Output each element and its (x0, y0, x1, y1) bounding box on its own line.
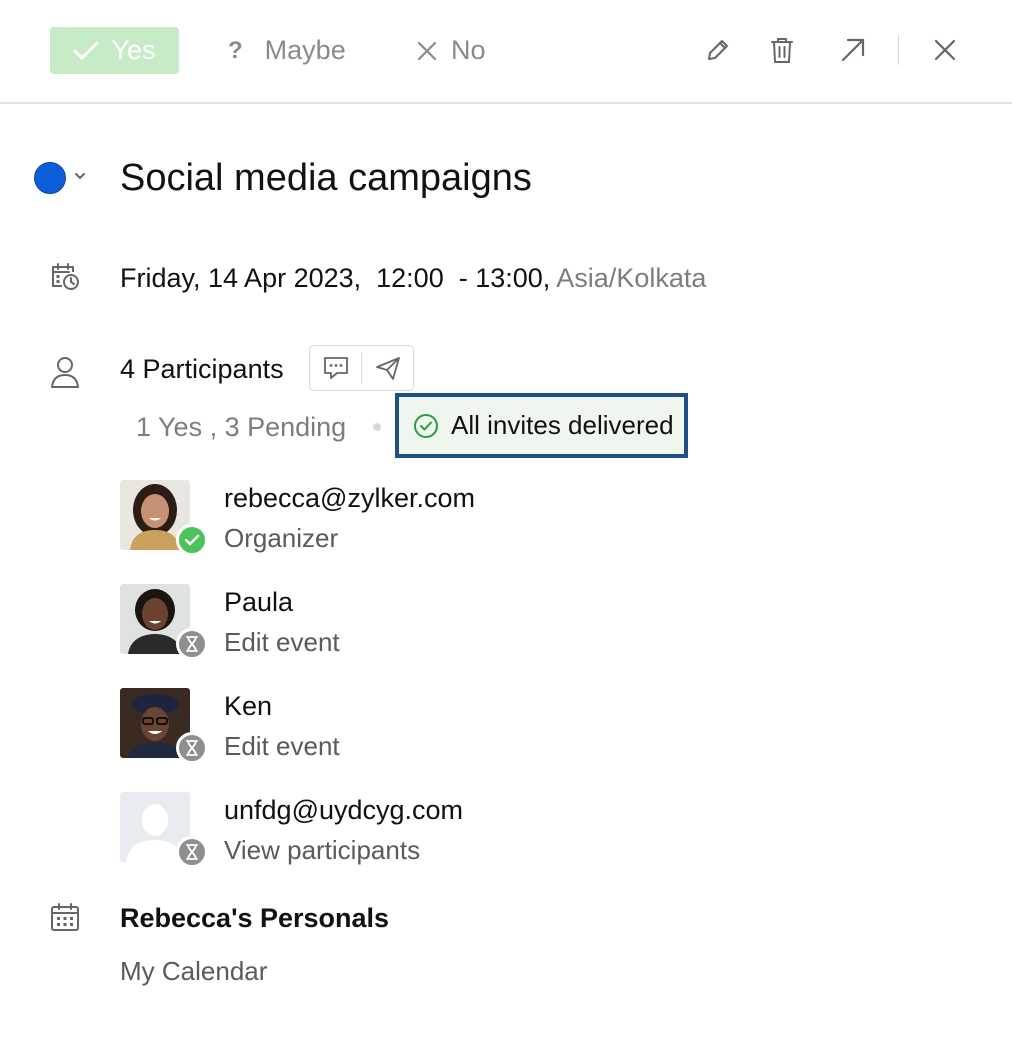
pending-status-badge (176, 628, 208, 660)
event-toolbar: Yes ? Maybe No (0, 0, 1012, 104)
chat-icon (323, 357, 348, 379)
rsvp-summary: 1 Yes , 3 Pending (136, 412, 347, 442)
rsvp-yes-label: Yes (111, 35, 156, 65)
send-invite-button[interactable] (362, 346, 413, 390)
rsvp-yes-button[interactable]: Yes (50, 27, 179, 74)
event-title: Social media campaigns (120, 157, 532, 199)
open-external-icon (841, 38, 865, 62)
edit-button[interactable] (702, 33, 734, 67)
hourglass-icon (186, 740, 198, 756)
close-icon (934, 39, 956, 61)
calendar-icon (48, 900, 82, 934)
close-button[interactable] (929, 33, 961, 67)
open-external-button[interactable] (837, 33, 869, 67)
paper-plane-icon (375, 357, 400, 380)
x-icon (417, 41, 437, 60)
participant-name: Paula (224, 587, 294, 617)
participant-role: Edit event (224, 731, 340, 761)
event-datetime: Friday, 14 Apr 2023, 12:00 - 13:00, Asia… (120, 260, 706, 296)
timezone-text: Asia/Kolkata (556, 263, 707, 293)
question-mark-icon: ? (228, 36, 243, 64)
separator-dot (373, 423, 381, 431)
hourglass-icon (186, 844, 198, 860)
pending-status-badge (176, 732, 208, 764)
participant-name: Ken (224, 691, 273, 721)
check-circle-icon (414, 413, 438, 438)
check-icon (184, 534, 200, 546)
participant-item[interactable]: rebecca@zylker.com Organizer (120, 480, 820, 560)
datetime-text: Friday, 14 Apr 2023, 12:00 - 13:00, (120, 263, 551, 293)
calendar-subtitle: My Calendar (120, 956, 268, 986)
delete-button[interactable] (766, 33, 798, 67)
toolbar-divider (898, 35, 899, 65)
rsvp-no-button[interactable]: No (417, 27, 486, 74)
chevron-down-icon[interactable] (73, 171, 87, 181)
rsvp-maybe-label: Maybe (264, 35, 346, 65)
check-icon (73, 41, 99, 59)
participant-item[interactable]: Ken Edit event (120, 688, 820, 768)
participant-role: Edit event (224, 627, 340, 657)
calendar-name: Rebecca's Personals (120, 903, 390, 933)
participant-item[interactable]: unfdg@uydcyg.com View participants (120, 792, 820, 872)
participant-name: unfdg@uydcyg.com (224, 795, 464, 825)
participant-role: Organizer (224, 523, 339, 553)
edit-icon (708, 40, 728, 60)
delivery-status-badge: All invites delivered (395, 393, 688, 458)
participant-role: View participants (224, 835, 421, 865)
person-icon (48, 352, 82, 392)
event-color-picker[interactable] (34, 162, 66, 194)
participant-actions (309, 345, 414, 391)
rsvp-maybe-button[interactable]: ? Maybe (228, 27, 346, 74)
trash-icon (771, 38, 793, 63)
accepted-status-badge (176, 524, 208, 556)
participants-count: 4 Participants (120, 354, 284, 384)
hourglass-icon (186, 636, 198, 652)
delivery-status-text: All invites delivered (451, 410, 674, 440)
pending-status-badge (176, 836, 208, 868)
participant-item[interactable]: Paula Edit event (120, 584, 820, 664)
message-participants-button[interactable] (310, 346, 361, 390)
calendar-clock-icon (48, 258, 82, 294)
participant-name: rebecca@zylker.com (224, 483, 475, 513)
rsvp-no-label: No (451, 35, 486, 65)
